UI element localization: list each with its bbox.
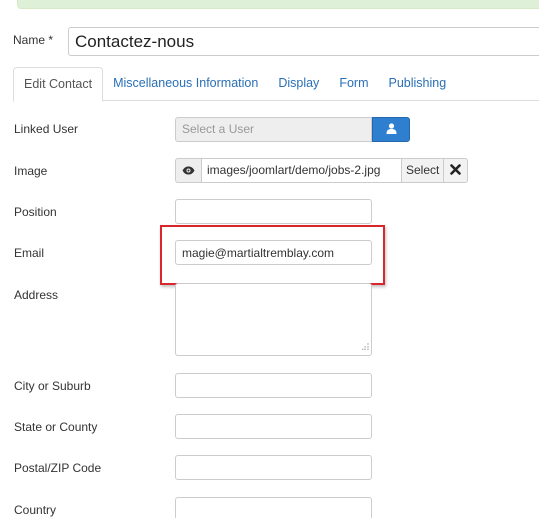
resize-grip-icon[interactable] [362, 339, 369, 353]
success-message-strip [17, 0, 539, 9]
tab-publishing[interactable]: Publishing [378, 67, 456, 101]
address-textarea[interactable] [175, 283, 372, 356]
close-icon [450, 163, 462, 178]
tab-display[interactable]: Display [268, 67, 329, 101]
tab-form[interactable]: Form [329, 67, 378, 101]
tab-edit-contact[interactable]: Edit Contact [13, 67, 104, 102]
name-label: Name * [13, 33, 54, 47]
city-input[interactable] [175, 373, 372, 398]
position-label: Position [14, 205, 57, 219]
image-preview-button[interactable] [175, 158, 201, 183]
city-label: City or Suburb [14, 379, 91, 393]
tab-miscellaneous-information[interactable]: Miscellaneous Information [103, 67, 268, 101]
postal-code-input[interactable] [175, 455, 372, 480]
contact-tabs: Edit Contact Miscellaneous Information D… [13, 67, 539, 102]
image-path-field[interactable]: images/joomlart/demo/jobs-2.jpg [201, 158, 402, 183]
email-label: Email [14, 246, 45, 260]
linked-user-label: Linked User [14, 122, 79, 136]
linked-user-field[interactable]: Select a User [175, 117, 372, 142]
image-select-button[interactable]: Select [402, 158, 445, 183]
image-clear-button[interactable] [444, 158, 469, 183]
state-label: State or County [14, 420, 98, 434]
select-user-button[interactable] [372, 117, 410, 142]
eye-icon [182, 164, 195, 178]
postal-code-label: Postal/ZIP Code [14, 461, 102, 475]
user-icon [386, 122, 397, 137]
country-input[interactable] [175, 497, 372, 518]
position-input[interactable] [175, 199, 372, 224]
email-highlight-box [160, 225, 385, 285]
country-label: Country [14, 503, 57, 517]
address-label: Address [14, 288, 59, 302]
image-label: Image [14, 164, 48, 178]
state-input[interactable] [175, 414, 372, 439]
name-input[interactable] [68, 27, 539, 56]
image-field-group: images/joomlart/demo/jobs-2.jpg Select [175, 158, 469, 183]
